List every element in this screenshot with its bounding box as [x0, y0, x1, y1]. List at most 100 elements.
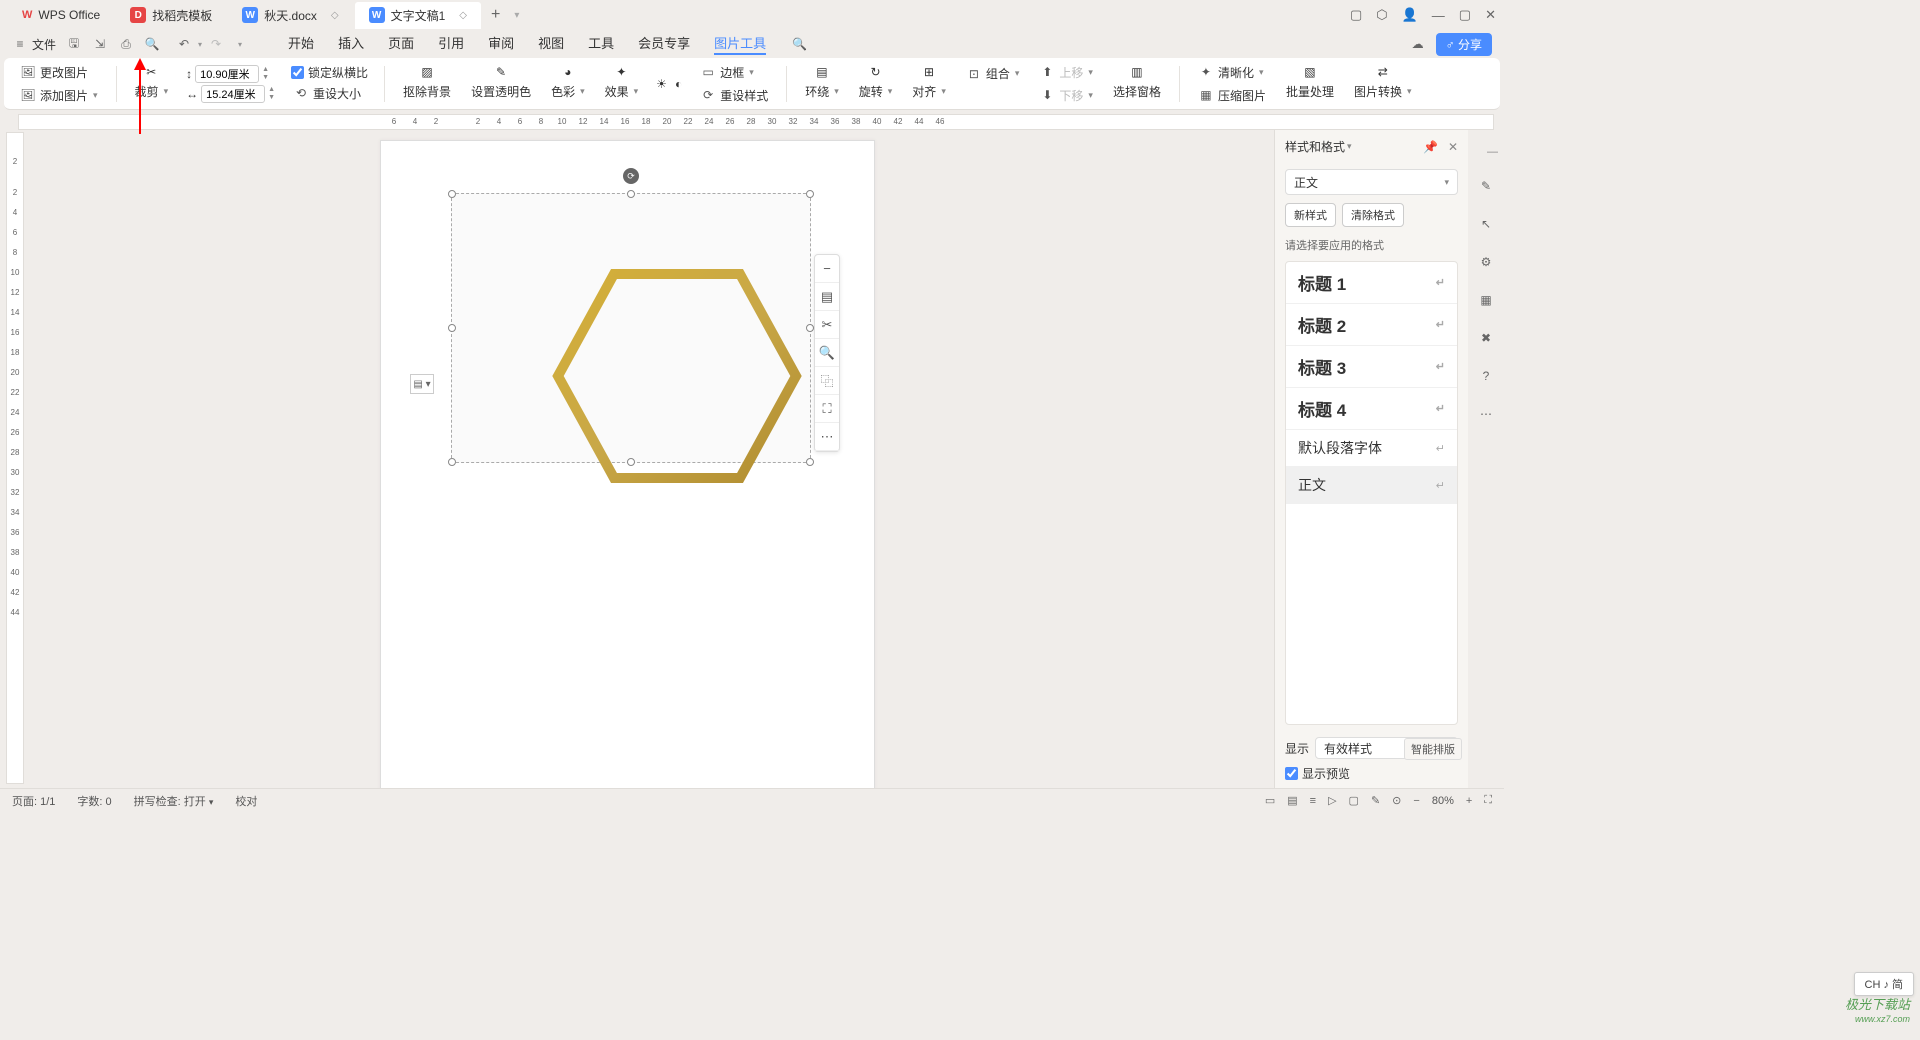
canvas[interactable]: ⟳ [24, 130, 1274, 788]
view-mode-5-icon[interactable]: ▢ [1349, 794, 1359, 807]
resize-handle-nw[interactable] [448, 190, 456, 198]
crop-button[interactable]: 裁剪▾ [133, 81, 171, 102]
color-button[interactable]: 色彩▾ [549, 81, 587, 102]
new-style-button[interactable]: 新样式 [1285, 203, 1336, 227]
undo-dropdown-icon[interactable]: ▾ [198, 40, 202, 49]
view-mode-6-icon[interactable]: ✎ [1371, 794, 1380, 807]
view-mode-2-icon[interactable]: ▤ [1287, 794, 1297, 807]
help-icon[interactable]: ? [1476, 366, 1496, 386]
view-mode-4-icon[interactable]: ▷ [1328, 794, 1336, 807]
minimize-icon[interactable]: — [1432, 8, 1445, 23]
spin-up-icon[interactable]: ▲ [268, 86, 275, 94]
clarity-button[interactable]: ✦清晰化▾ [1196, 62, 1268, 83]
width-input[interactable]: ↔ ▲▼ [186, 85, 275, 103]
clear-format-button[interactable]: 清除格式 [1342, 203, 1404, 227]
redo-icon[interactable]: ↷ [208, 36, 224, 52]
menu-view[interactable]: 视图 [538, 33, 564, 55]
menu-page[interactable]: 页面 [388, 33, 414, 55]
resize-handle-e[interactable] [806, 324, 814, 332]
image-selection[interactable]: ⟳ [451, 193, 811, 463]
maximize-icon[interactable]: ▢ [1459, 7, 1471, 23]
status-spellcheck[interactable]: 拼写检查: 打开 ▾ [134, 793, 214, 809]
new-tab-button[interactable]: + [483, 2, 508, 28]
float-tool-crop[interactable]: ✂ [815, 311, 839, 339]
menu-insert[interactable]: 插入 [338, 33, 364, 55]
pin-icon[interactable]: 📌 [1423, 140, 1438, 154]
ime-indicator[interactable]: CH ♪ 简 [1854, 972, 1915, 996]
cloud-icon[interactable]: ☁ [1410, 36, 1426, 52]
style-item[interactable]: 默认段落字体↵ [1286, 430, 1457, 467]
close-icon[interactable]: ✕ [1485, 7, 1496, 23]
reset-style-button[interactable]: ⟳重设样式 [698, 85, 770, 106]
spin-down-icon[interactable]: ▼ [268, 94, 275, 102]
reset-size-button[interactable]: ⟲重设大小 [291, 83, 368, 104]
style-item[interactable]: 标题 1↵ [1286, 262, 1457, 304]
rotate-button[interactable]: 旋转▾ [857, 81, 895, 102]
float-tool-copy[interactable]: ⿻ [815, 367, 839, 395]
zoom-in-icon[interactable]: + [1466, 795, 1472, 807]
convert-button[interactable]: 图片转换▾ [1352, 81, 1414, 102]
float-tool-zoom[interactable]: 🔍 [815, 339, 839, 367]
undo-icon[interactable]: ↶ [176, 36, 192, 52]
status-proof[interactable]: 校对 [235, 793, 257, 809]
menu-tools[interactable]: 工具 [588, 33, 614, 55]
current-style-select[interactable]: 正文 ▾ [1285, 169, 1458, 195]
menu-start[interactable]: 开始 [288, 33, 314, 55]
align-button[interactable]: 对齐▾ [910, 81, 948, 102]
rotate-handle[interactable]: ⟳ [623, 168, 639, 184]
print-preview-icon[interactable]: 🔍 [144, 36, 160, 52]
menu-picture-tools[interactable]: 图片工具 [714, 33, 766, 55]
compress-button[interactable]: ▦压缩图片 [1196, 85, 1268, 106]
set-transparent-button[interactable]: 设置透明色 [469, 81, 533, 102]
tab-template[interactable]: D 找稻壳模板 [116, 2, 226, 29]
smart-layout-button[interactable]: 智能排版 [1404, 738, 1462, 760]
window-tile-icon[interactable]: ▢ [1350, 7, 1362, 23]
float-tool-layout[interactable]: ▤ [815, 283, 839, 311]
show-preview-checkbox[interactable]: 显示预览 [1285, 765, 1458, 782]
resize-handle-ne[interactable] [806, 190, 814, 198]
style-item[interactable]: 标题 2↵ [1286, 304, 1457, 346]
change-image-button[interactable]: 🖼更改图片 [18, 62, 100, 83]
height-input[interactable]: ↕ ▲▼ [186, 65, 275, 83]
selection-pane-button[interactable]: 选择窗格 [1111, 81, 1163, 102]
spin-down-icon[interactable]: ▼ [262, 74, 269, 82]
panel-minimize-icon[interactable]: — [1487, 146, 1498, 158]
close-panel-icon[interactable]: ✕ [1448, 140, 1458, 154]
settings-icon[interactable]: ⚙ [1476, 252, 1496, 272]
effect-button[interactable]: 效果▾ [603, 81, 641, 102]
zoom-value[interactable]: 80% [1432, 795, 1454, 807]
file-menu[interactable]: ≡ 文件 [12, 36, 56, 53]
tools-icon[interactable]: ✖ [1476, 328, 1496, 348]
more-icon[interactable]: ⋯ [1476, 404, 1496, 424]
brightness-icon[interactable]: ☀ [656, 77, 667, 91]
add-image-button[interactable]: 🖼添加图片▾ [18, 85, 100, 106]
save-icon[interactable]: 🖫 [66, 36, 82, 52]
zoom-fit-icon[interactable]: ⊙ [1392, 794, 1401, 807]
status-page[interactable]: 页面: 1/1 [12, 793, 55, 809]
page-icon[interactable]: ▦ [1476, 290, 1496, 310]
contrast-icon[interactable]: ◐ [675, 77, 682, 91]
resize-handle-sw[interactable] [448, 458, 456, 466]
search-icon[interactable]: 🔍 [792, 37, 807, 51]
border-button[interactable]: ▭边框▾ [698, 62, 770, 83]
share-button[interactable]: ♂ 分享 [1436, 33, 1492, 56]
remove-bg-button[interactable]: 抠除背景 [401, 81, 453, 102]
export-icon[interactable]: ⇲ [92, 36, 108, 52]
style-item[interactable]: 标题 3↵ [1286, 346, 1457, 388]
qat-dropdown-icon[interactable]: ▾ [238, 40, 242, 49]
group-button[interactable]: ⊡组合▾ [964, 63, 1022, 84]
cube-icon[interactable]: ⬡ [1376, 7, 1387, 23]
style-item[interactable]: 标题 4↵ [1286, 388, 1457, 430]
select-icon[interactable]: ↖ [1476, 214, 1496, 234]
menu-member[interactable]: 会员专享 [638, 33, 690, 55]
chevron-down-icon[interactable]: ▾ [1347, 141, 1352, 152]
wrap-indicator[interactable]: ▤ ▾ [410, 374, 434, 394]
float-tool-more[interactable]: ⋯ [815, 423, 839, 451]
zoom-out-icon[interactable]: − [1413, 795, 1419, 807]
resize-handle-n[interactable] [627, 190, 635, 198]
view-mode-1-icon[interactable]: ▭ [1265, 794, 1275, 807]
tab-doc-1[interactable]: W 秋天.docx ◇ [228, 2, 352, 29]
wrap-button[interactable]: 环绕▾ [803, 81, 841, 102]
avatar-icon[interactable]: 👤 [1402, 7, 1418, 23]
spin-up-icon[interactable]: ▲ [262, 66, 269, 74]
